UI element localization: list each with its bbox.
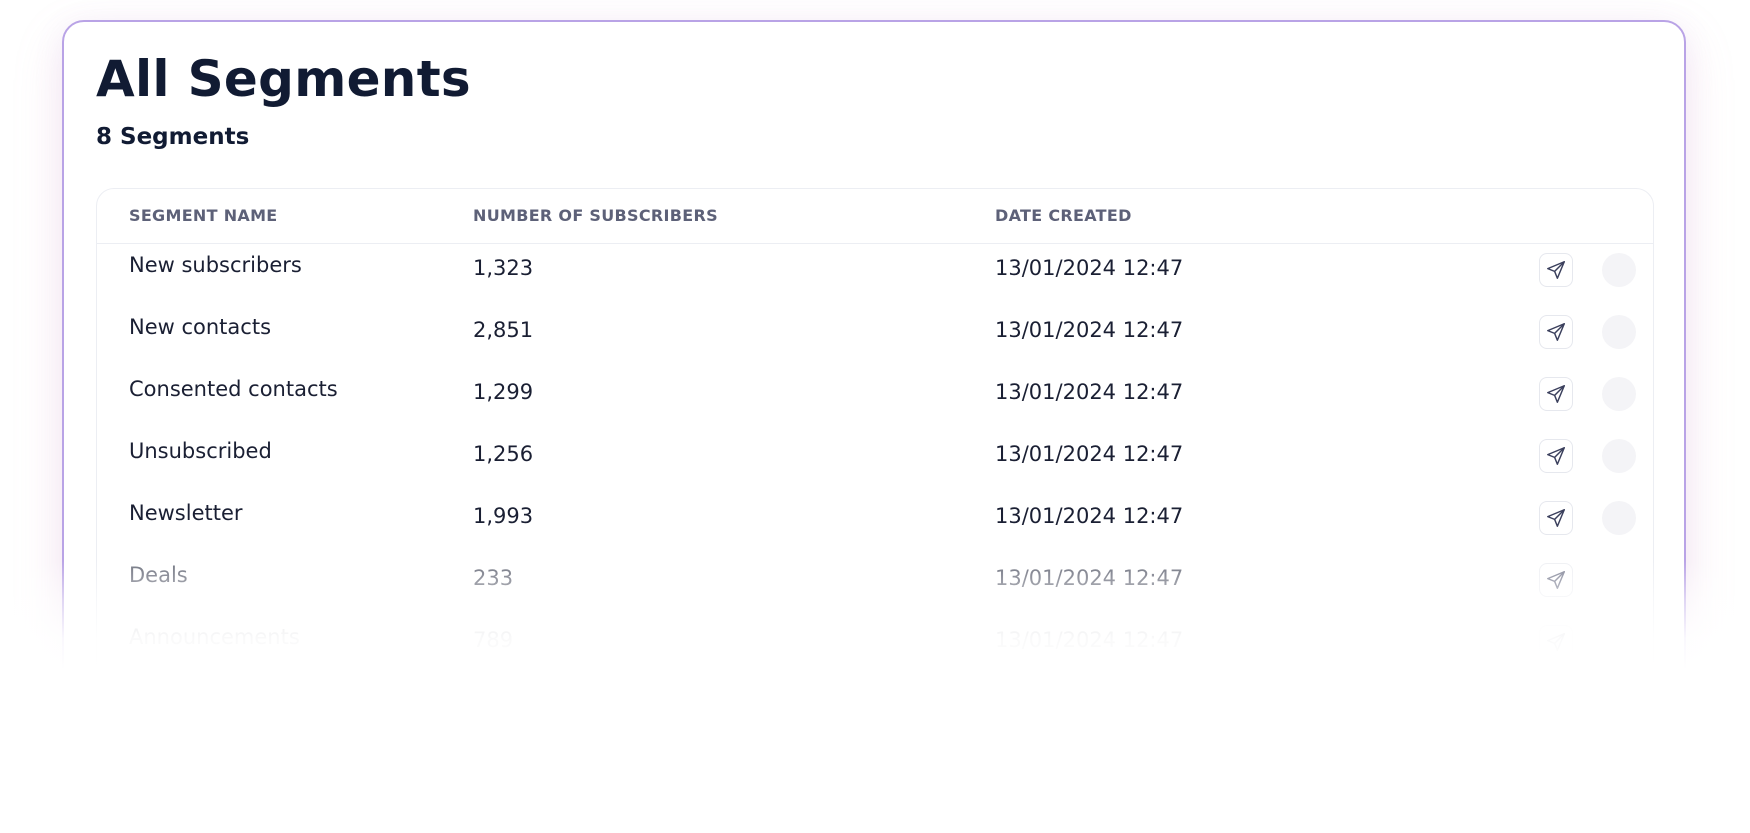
subscriber-count-cell: 1,299	[473, 380, 534, 404]
date-created-cell: 13/01/2024 12:47	[995, 380, 1184, 404]
date-created-cell: 13/01/2024 12:47	[995, 318, 1184, 342]
segments-card: All Segments 8 Segments SEGMENT NAME NUM…	[62, 20, 1686, 740]
segment-count: 8 Segments	[96, 124, 250, 150]
send-icon	[1547, 323, 1565, 341]
segments-table: SEGMENT NAME NUMBER OF SUBSCRIBERS DATE …	[96, 188, 1654, 708]
more-actions-button[interactable]	[1602, 253, 1636, 287]
segment-name-cell[interactable]: Announcements	[129, 625, 300, 649]
segment-name-cell[interactable]: Newsletter	[129, 501, 243, 525]
date-created-cell: 13/01/2024 12:47	[995, 256, 1184, 280]
date-created-cell: 13/01/2024 12:47	[995, 504, 1184, 528]
send-campaign-button[interactable]	[1539, 563, 1573, 597]
send-campaign-button[interactable]	[1539, 439, 1573, 473]
table-row[interactable]: Unsubscribed 1,256 13/01/2024 12:47	[97, 431, 1653, 493]
segment-name-cell[interactable]: Consented contacts	[129, 377, 338, 401]
subscriber-count-cell: 1,993	[473, 504, 534, 528]
segment-name-cell[interactable]: New subscribers	[129, 253, 302, 277]
send-icon	[1547, 633, 1565, 651]
table-row[interactable]: New subscribers 1,323 13/01/2024 12:47	[97, 245, 1653, 307]
table-header: SEGMENT NAME NUMBER OF SUBSCRIBERS DATE …	[97, 189, 1653, 244]
more-actions-button[interactable]	[1602, 439, 1636, 473]
send-campaign-button[interactable]	[1539, 501, 1573, 535]
more-actions-button[interactable]	[1602, 315, 1636, 349]
subscriber-count-cell: 789	[473, 628, 514, 652]
column-header-subscribers[interactable]: NUMBER OF SUBSCRIBERS	[473, 206, 718, 225]
more-actions-button[interactable]	[1602, 501, 1636, 535]
send-campaign-button[interactable]	[1539, 377, 1573, 411]
send-icon	[1547, 509, 1565, 527]
subscriber-count-cell: 2,851	[473, 318, 534, 342]
segment-name-cell[interactable]: Unsubscribed	[129, 439, 272, 463]
table-row[interactable]: Deals 233 13/01/2024 12:47	[97, 555, 1653, 617]
subscriber-count-cell: 233	[473, 566, 514, 590]
segment-name-cell[interactable]: Deals	[129, 563, 188, 587]
send-icon	[1547, 571, 1565, 589]
date-created-cell: 13/01/2024 12:47	[995, 566, 1184, 590]
date-created-cell: 13/01/2024 12:47	[995, 628, 1184, 652]
date-created-cell: 13/01/2024 12:47	[995, 442, 1184, 466]
subscriber-count-cell: 1,256	[473, 442, 534, 466]
column-header-segment-name[interactable]: SEGMENT NAME	[129, 206, 278, 225]
send-icon	[1547, 447, 1565, 465]
column-header-date-created[interactable]: DATE CREATED	[995, 206, 1132, 225]
more-actions-button[interactable]	[1602, 377, 1636, 411]
segment-name-cell[interactable]: New contacts	[129, 315, 271, 339]
subscriber-count-cell: 1,323	[473, 256, 534, 280]
send-campaign-button[interactable]	[1539, 625, 1573, 659]
page-title: All Segments	[96, 50, 471, 108]
send-campaign-button[interactable]	[1539, 253, 1573, 287]
segments-screen: All Segments 8 Segments SEGMENT NAME NUM…	[0, 0, 1750, 833]
table-row[interactable]: Consented contacts 1,299 13/01/2024 12:47	[97, 369, 1653, 431]
table-row[interactable]: Newsletter 1,993 13/01/2024 12:47	[97, 493, 1653, 555]
send-campaign-button[interactable]	[1539, 315, 1573, 349]
table-row[interactable]: New contacts 2,851 13/01/2024 12:47	[97, 307, 1653, 369]
send-icon	[1547, 261, 1565, 279]
send-icon	[1547, 385, 1565, 403]
table-row[interactable]: Announcements 789 13/01/2024 12:47	[97, 617, 1653, 679]
